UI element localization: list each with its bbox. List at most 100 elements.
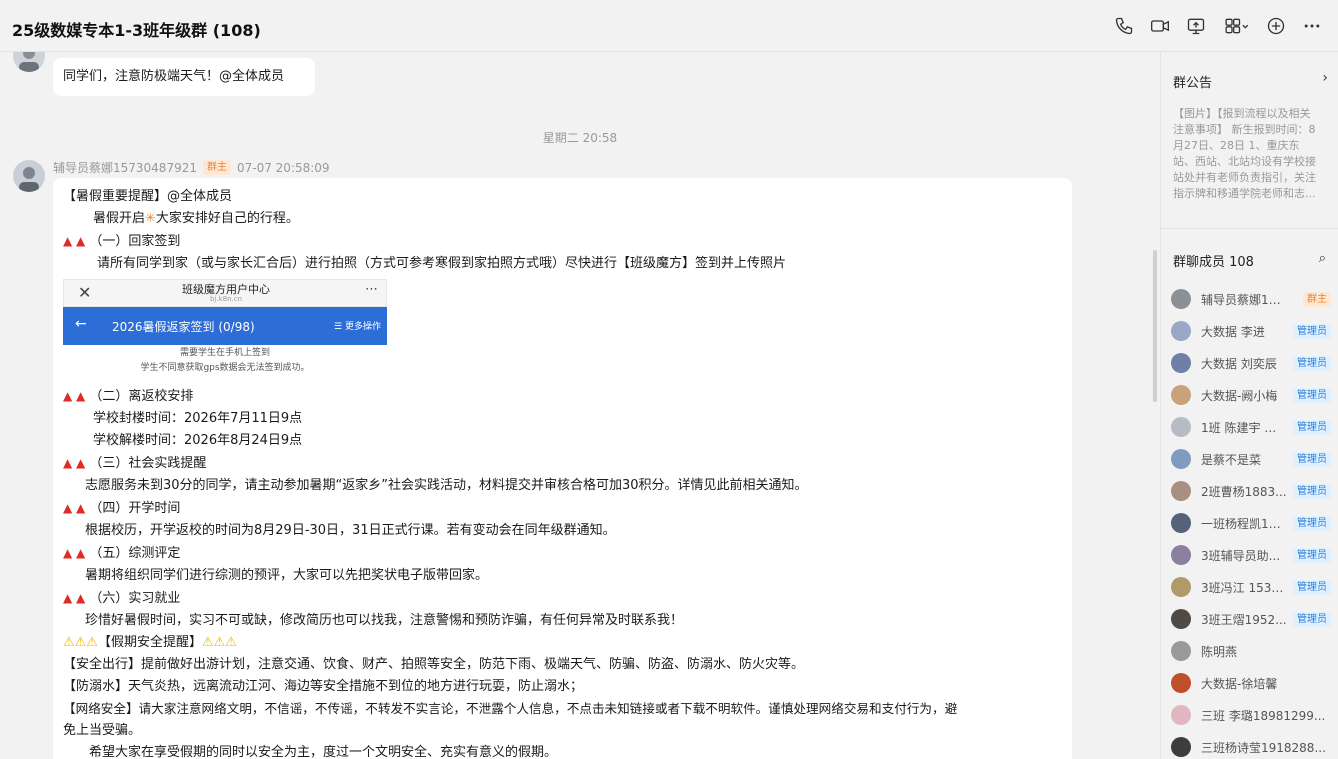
- message-line: ▲ ▲ （四）开学时间: [63, 501, 181, 516]
- message-timestamp: 07-07 20:58:09: [236, 160, 330, 175]
- member-name: 大数据 刘奕辰: [1201, 356, 1277, 371]
- member-item[interactable]: 大数据-徐培馨: [1171, 671, 1331, 695]
- announcement-line: 站、西站、北站均设有学校接: [1173, 155, 1316, 168]
- member-item[interactable]: 大数据 李进 管理员: [1171, 319, 1331, 343]
- members-title: 群聊成员 108: [1173, 255, 1254, 270]
- search-icon[interactable]: ⌕: [1319, 251, 1326, 266]
- member-item[interactable]: 2班曹杨1883... 管理员: [1171, 479, 1331, 503]
- warning-icon: ⚠⚠⚠: [201, 635, 237, 650]
- member-name: 大数据-徐培馨: [1201, 676, 1278, 691]
- message-line: 【暑假重要提醒】@全体成员: [63, 189, 233, 204]
- divider: [1161, 228, 1338, 229]
- announcement-line: 月27日、28日 1、重庆东: [1173, 139, 1300, 152]
- member-name: 大数据 李进: [1201, 324, 1265, 339]
- red-triangle-icon: ▲ ▲: [63, 591, 86, 605]
- embed-note: 需要学生在手机上签到: [179, 348, 270, 358]
- embed-more-icon: ⋯: [365, 282, 378, 297]
- member-name: 是蔡不是菜: [1201, 452, 1262, 467]
- member-item[interactable]: 大数据-阙小梅 管理员: [1171, 383, 1331, 407]
- announcement-line: 【图片】【报到流程以及相关: [1173, 107, 1311, 120]
- member-item[interactable]: 陈明燕: [1171, 639, 1331, 663]
- message-bubble[interactable]: 【暑假重要提醒】@全体成员 暑假开启✳大家安排好自己的行程。 ▲ ▲ （一）回家…: [53, 178, 1072, 759]
- member-item[interactable]: 三班 李璐18981299...: [1171, 703, 1331, 727]
- member-avatar: [1171, 385, 1191, 405]
- admin-badge: 管理员: [1293, 387, 1331, 403]
- message-line: 暑假开启✳大家安排好自己的行程。: [93, 211, 299, 226]
- message-line: 【网络安全】请大家注意网络文明，不信谣，不传谣，不转发不实言论，不泄露个人信息，…: [63, 701, 958, 716]
- admin-badge: 管理员: [1293, 355, 1331, 371]
- admin-badge: 管理员: [1293, 483, 1331, 499]
- embed-checkin-bar: ← 2026暑假返家签到 (0/98) ☰ 更多操作: [63, 307, 387, 345]
- add-icon[interactable]: [1265, 15, 1287, 37]
- chevron-right-icon[interactable]: ›: [1322, 70, 1328, 86]
- message-line: ▲ ▲ （六）实习就业: [63, 591, 181, 606]
- app-window: 25级数媒专本1-3班年级群 (108) 同学们，注意防极端天气！@全体成员 星…: [0, 0, 1338, 759]
- member-avatar: [1171, 577, 1191, 597]
- member-name: 陈明燕: [1201, 644, 1238, 659]
- firework-emoji-icon: ✳: [145, 211, 156, 226]
- member-name: 辅导员蔡娜157...: [1201, 292, 1287, 307]
- red-triangle-icon: ▲ ▲: [63, 546, 86, 560]
- group-sidebar: 群公告 › 【图片】【报到流程以及相关 注意事项】 新生报到时间：8 月27日、…: [1160, 52, 1338, 759]
- message-line: ▲ ▲ （一）回家签到: [63, 234, 181, 249]
- back-arrow-icon: ←: [75, 316, 87, 332]
- phone-icon[interactable]: [1113, 15, 1135, 37]
- chat-header: 25级数媒专本1-3班年级群 (108): [0, 0, 1338, 52]
- checkin-title: 2026暑假返家签到 (0/98): [112, 320, 255, 334]
- warning-icon: ⚠⚠⚠: [63, 635, 98, 650]
- message-line: 请所有同学到家（或与家长汇合后）进行拍照（方式可参考寒假到家拍照方式哦）尽快进行…: [97, 256, 787, 271]
- member-item[interactable]: 1班 陈建宇 辅... 管理员: [1171, 415, 1331, 439]
- announcement-line: 站处并有老师负责指引，关注: [1173, 171, 1316, 184]
- member-item[interactable]: 三班杨诗莹1918288...: [1171, 735, 1331, 759]
- message-line: 学校解楼时间：2026年8月24日9点: [93, 433, 303, 448]
- message-text: 同学们，注意防极端天气！@全体成员: [63, 69, 285, 84]
- message-line: 希望大家在享受假期的同时以安全为主，度过一个文明安全、充实有意义的假期。: [89, 745, 558, 759]
- member-name: 三班杨诗莹1918288...: [1201, 740, 1326, 755]
- screen-share-icon[interactable]: [1185, 15, 1207, 37]
- message-line: ▲ ▲ （五）综测评定: [63, 546, 181, 561]
- owner-badge: 群主: [202, 160, 231, 175]
- sender-name[interactable]: 辅导员蔡娜15730487921: [53, 159, 197, 176]
- member-item[interactable]: 一班杨程凯18... 管理员: [1171, 511, 1331, 535]
- sender-avatar[interactable]: [13, 160, 45, 192]
- message-line: 【安全出行】提前做好出游计划，注意交通、饮食、财产、拍照等安全，防范下雨、极端天…: [63, 657, 805, 672]
- announcement-line: 指示牌和移通学院老师和志...: [1173, 187, 1316, 200]
- message-bubble[interactable]: 同学们，注意防极端天气！@全体成员: [53, 58, 315, 96]
- member-item[interactable]: 3班王熠1952... 管理员: [1171, 607, 1331, 631]
- member-avatar: [1171, 737, 1191, 757]
- member-item[interactable]: 大数据 刘奕辰 管理员: [1171, 351, 1331, 375]
- message-line: 志愿服务未到30分的同学，请主动参加暑期“返家乡”社会实践活动，材料提交并审核合…: [85, 478, 808, 493]
- message-meta: 辅导员蔡娜15730487921 群主 07-07 20:58:09: [53, 159, 330, 176]
- sender-avatar[interactable]: [13, 52, 45, 72]
- owner-badge: 群主: [1303, 291, 1331, 307]
- member-item[interactable]: 3班辅导员助... 管理员: [1171, 543, 1331, 567]
- member-item[interactable]: 3班冯江 1539... 管理员: [1171, 575, 1331, 599]
- list-icon: ☰: [334, 322, 343, 332]
- member-avatar: [1171, 417, 1191, 437]
- member-avatar: [1171, 673, 1191, 693]
- member-name: 一班杨程凯18...: [1201, 516, 1287, 531]
- red-triangle-icon: ▲ ▲: [63, 389, 86, 403]
- member-avatar: [1171, 289, 1191, 309]
- chat-area[interactable]: 同学们，注意防极端天气！@全体成员 星期二 20:58 辅导员蔡娜1573048…: [0, 52, 1160, 759]
- announcement-title[interactable]: 群公告: [1173, 72, 1212, 91]
- more-icon[interactable]: [1301, 15, 1323, 37]
- red-triangle-icon: ▲ ▲: [63, 456, 86, 470]
- member-avatar: [1171, 609, 1191, 629]
- embed-app-url: bj.k8n.cn: [209, 295, 243, 303]
- apps-icon[interactable]: [1222, 15, 1252, 37]
- message-line: 【防溺水】天气炎热，远离流动江河、海边等安全措施不到位的地方进行玩耍，防止溺水；: [63, 679, 584, 694]
- member-avatar: [1171, 481, 1191, 501]
- announcement-body[interactable]: 【图片】【报到流程以及相关 注意事项】 新生报到时间：8 月27日、28日 1、…: [1173, 106, 1316, 202]
- member-avatar: [1171, 449, 1191, 469]
- video-icon[interactable]: [1149, 15, 1171, 37]
- admin-badge: 管理员: [1293, 579, 1331, 595]
- member-name: 1班 陈建宇 辅...: [1201, 420, 1287, 435]
- admin-badge: 管理员: [1293, 451, 1331, 467]
- member-item[interactable]: 辅导员蔡娜157... 群主: [1171, 287, 1331, 311]
- member-name: 大数据-阙小梅: [1201, 388, 1278, 403]
- chat-scrollbar[interactable]: [1153, 250, 1157, 402]
- member-avatar: [1171, 353, 1191, 373]
- embedded-screenshot[interactable]: ✕ 班级魔方用户中心 bj.k8n.cn ⋯ ← 2026暑假返家签到 (0/9…: [63, 279, 387, 376]
- member-item[interactable]: 是蔡不是菜 管理员: [1171, 447, 1331, 471]
